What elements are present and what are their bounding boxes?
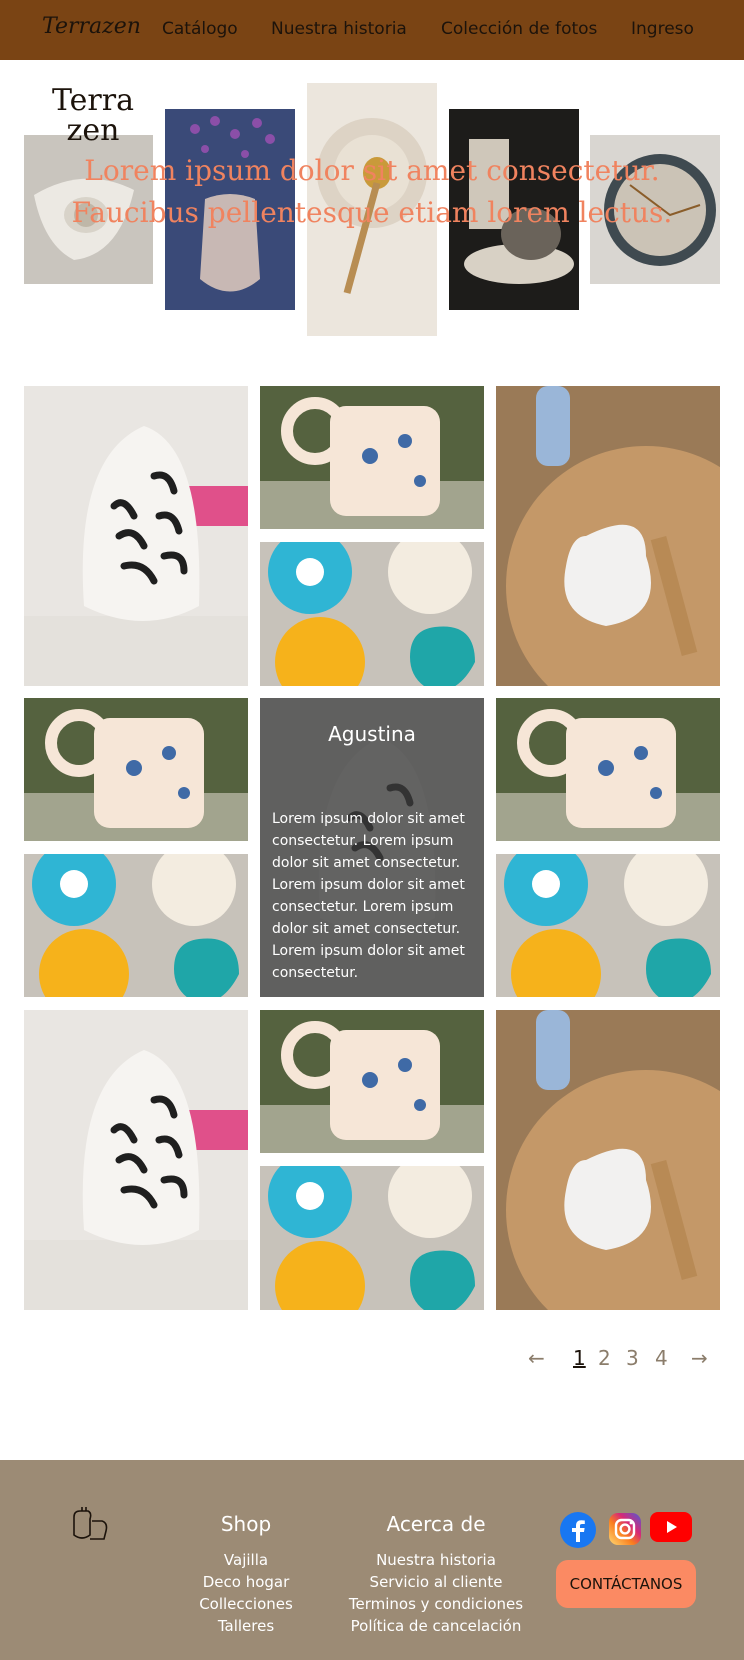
prev-page-arrow-icon[interactable]: ← xyxy=(528,1346,545,1370)
page-number-3[interactable]: 3 xyxy=(626,1346,639,1370)
nav-link-coleccion-fotos[interactable]: Colección de fotos xyxy=(441,19,597,39)
footer-logo[interactable]: Terra zen xyxy=(46,86,140,146)
footer-link-vajilla[interactable]: Vajilla xyxy=(176,1551,316,1569)
nav-link-ingreso[interactable]: Ingreso xyxy=(631,19,694,39)
page-number-4[interactable]: 4 xyxy=(655,1346,668,1370)
gallery-image-flower-mug[interactable] xyxy=(260,386,484,529)
gallery-image-smiley-plates-2[interactable] xyxy=(24,854,248,997)
artist-card-agustina[interactable]: Agustina Lorem ipsum dolor sit amet cons… xyxy=(260,698,484,997)
artist-name: Agustina xyxy=(328,722,416,746)
nav-link-catalogo[interactable]: Catálogo xyxy=(162,19,238,39)
page-number-1[interactable]: 1 xyxy=(573,1346,586,1370)
footer-logo-line-1: Terra xyxy=(51,83,134,118)
footer-link-terminos[interactable]: Terminos y condiciones xyxy=(346,1595,526,1613)
footer-link-cancelacion[interactable]: Política de cancelación xyxy=(346,1617,526,1635)
gallery-image-flower-mug-2[interactable] xyxy=(24,698,248,841)
top-navbar: Terrazen Catálogo Nuestra historia Colec… xyxy=(0,0,744,60)
brand-logo[interactable]: Terrazen xyxy=(42,14,141,39)
hero-title: Lorem ipsum dolor sit amet consectetur. … xyxy=(71,154,673,229)
footer-logo-line-2: zen xyxy=(66,113,120,148)
footer-link-colecciones[interactable]: Collecciones xyxy=(176,1595,316,1613)
nav-link-nuestra-historia[interactable]: Nuestra historia xyxy=(271,19,407,39)
youtube-icon[interactable] xyxy=(650,1512,692,1542)
artist-bio: Lorem ipsum dolor sit amet consectetur. … xyxy=(272,811,465,981)
gallery-image-leaf-vase-2[interactable] xyxy=(24,1010,248,1310)
gallery-image-flower-mug-3[interactable] xyxy=(496,698,720,841)
pottery-logo-icon xyxy=(73,1507,108,1540)
next-page-arrow-icon[interactable]: → xyxy=(691,1346,708,1370)
gallery-image-flower-mug-4[interactable] xyxy=(260,1010,484,1153)
gallery-image-smiley-plates-3[interactable] xyxy=(496,854,720,997)
page-number-2[interactable]: 2 xyxy=(598,1346,611,1370)
gallery-image-smiley-plates[interactable] xyxy=(260,542,484,686)
gallery-image-heart-bowl[interactable] xyxy=(496,386,720,686)
footer-link-talleres[interactable]: Talleres xyxy=(176,1617,316,1635)
gallery-image-smiley-plates-4[interactable] xyxy=(260,1166,484,1310)
footer-link-nuestra-historia[interactable]: Nuestra historia xyxy=(346,1551,526,1569)
contact-button[interactable]: CONTÁCTANOS xyxy=(556,1560,696,1608)
gallery-image-leaf-vase[interactable] xyxy=(24,386,248,686)
gallery-image-heart-bowl-2[interactable] xyxy=(496,1010,720,1310)
instagram-icon[interactable] xyxy=(608,1512,642,1546)
footer-link-deco-hogar[interactable]: Deco hogar xyxy=(176,1573,316,1591)
footer-shop-heading: Shop xyxy=(220,1512,272,1536)
footer-link-servicio-cliente[interactable]: Servicio al cliente xyxy=(346,1573,526,1591)
facebook-icon[interactable] xyxy=(560,1512,596,1548)
footer-about-heading: Acerca de xyxy=(386,1512,486,1536)
